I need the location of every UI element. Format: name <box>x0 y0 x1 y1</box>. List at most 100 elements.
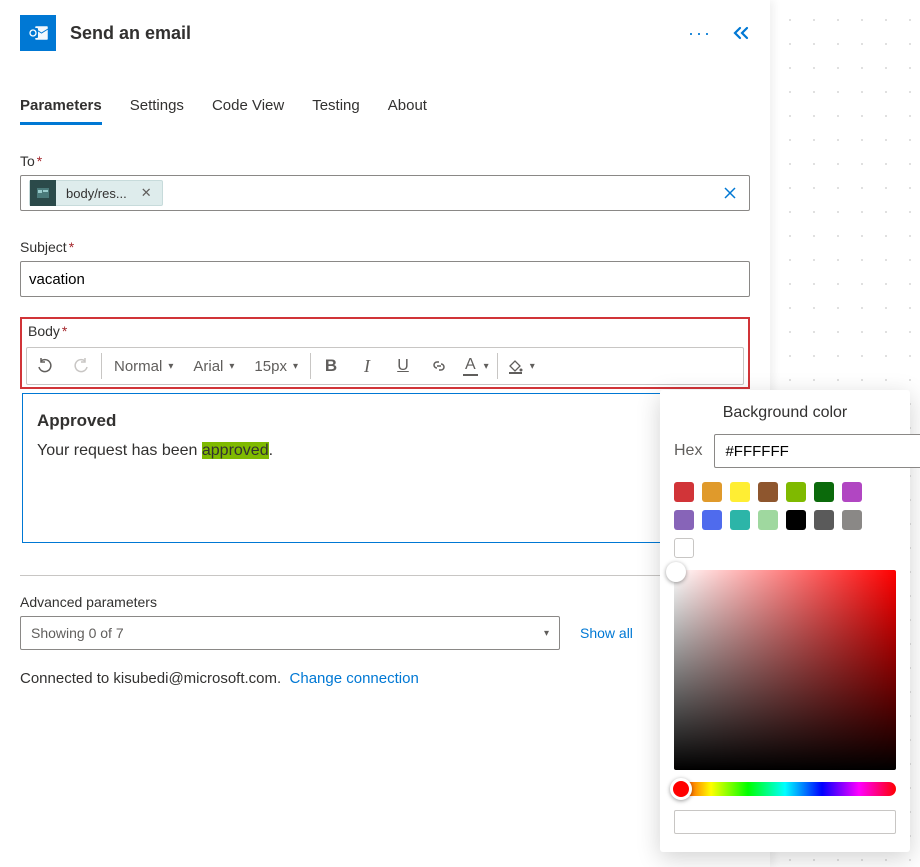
format-select[interactable]: Normal ▾ <box>104 358 183 375</box>
tab-testing[interactable]: Testing <box>312 89 360 124</box>
subject-label: Subject* <box>20 239 750 255</box>
hue-slider[interactable] <box>674 782 896 796</box>
redo-button[interactable] <box>63 348 99 384</box>
clear-to-button[interactable] <box>721 184 739 202</box>
tab-parameters[interactable]: Parameters <box>20 89 102 124</box>
color-picker-title: Background color <box>674 404 896 422</box>
swatch-grid <box>674 482 896 558</box>
color-swatch[interactable] <box>786 510 806 530</box>
dynamic-content-token[interactable]: body/res... ✕ <box>29 180 163 206</box>
hue-handle[interactable] <box>670 778 692 800</box>
format-value: Normal <box>114 358 162 375</box>
color-swatch[interactable] <box>814 510 834 530</box>
body-heading: Approved <box>37 406 733 437</box>
color-swatch[interactable] <box>842 482 862 502</box>
link-button[interactable] <box>421 348 457 384</box>
toolbar-separator <box>101 353 102 379</box>
advanced-row: Showing 0 of 7 ▾ Show all <box>20 616 750 650</box>
field-subject: Subject* <box>20 239 750 297</box>
body-paragraph: Your request has been approved. <box>37 437 733 466</box>
to-input[interactable]: body/res... ✕ <box>20 175 750 211</box>
color-swatch[interactable] <box>702 482 722 502</box>
subject-input[interactable] <box>29 271 741 288</box>
color-swatch[interactable] <box>730 510 750 530</box>
tab-code-view[interactable]: Code View <box>212 89 284 124</box>
panel-header: Send an email ··· <box>20 15 750 69</box>
more-actions-button[interactable]: ··· <box>688 23 712 44</box>
color-picker-popover: Background color Hex <box>660 390 910 852</box>
color-swatch[interactable] <box>730 482 750 502</box>
color-swatch[interactable] <box>674 510 694 530</box>
color-swatch[interactable] <box>758 510 778 530</box>
body-field-highlight: Body* Normal ▾ Arial ▾ 15px <box>20 317 750 389</box>
font-color-icon: A <box>463 356 478 376</box>
to-label-text: To <box>20 153 35 169</box>
chevron-down-icon: ▾ <box>530 361 535 372</box>
field-to: To* body/res... ✕ <box>20 153 750 211</box>
hex-row: Hex <box>674 434 896 468</box>
chevron-down-icon: ▾ <box>484 361 489 372</box>
size-value: 15px <box>254 358 287 375</box>
color-swatch[interactable] <box>758 482 778 502</box>
advanced-showing-text: Showing 0 of 7 <box>31 625 124 641</box>
chevron-down-icon: ▾ <box>293 361 298 372</box>
hex-input[interactable] <box>714 434 920 468</box>
color-swatch[interactable] <box>674 482 694 502</box>
to-label: To* <box>20 153 750 169</box>
token-remove-button[interactable]: ✕ <box>137 185 156 201</box>
tab-list: Parameters Settings Code View Testing Ab… <box>20 89 750 125</box>
font-color-button[interactable]: A ▾ <box>457 356 495 376</box>
color-swatch[interactable] <box>842 510 862 530</box>
subject-input-wrap <box>20 261 750 297</box>
chevron-down-icon: ▾ <box>168 361 173 372</box>
size-select[interactable]: 15px ▾ <box>244 358 308 375</box>
connection-account: kisubedi@microsoft.com. <box>113 670 281 687</box>
required-indicator: * <box>62 323 67 339</box>
body-text-after: . <box>269 442 273 459</box>
highlight-color-button[interactable]: ▾ <box>500 357 541 375</box>
saturation-gradient[interactable] <box>674 570 896 770</box>
connection-row: Connected to kisubedi@microsoft.com. Cha… <box>20 670 750 687</box>
toolbar-separator <box>310 353 311 379</box>
body-label-text: Body <box>28 323 60 339</box>
required-indicator: * <box>69 239 74 255</box>
subject-label-text: Subject <box>20 239 67 255</box>
required-indicator: * <box>37 153 42 169</box>
change-connection-link[interactable]: Change connection <box>290 670 419 687</box>
italic-button[interactable]: I <box>349 348 385 384</box>
collapse-panel-button[interactable] <box>732 26 750 40</box>
body-text-before: Your request has been <box>37 442 202 459</box>
font-select[interactable]: Arial ▾ <box>183 358 244 375</box>
bold-button[interactable]: B <box>313 348 349 384</box>
paint-bucket-icon <box>506 357 524 375</box>
body-label: Body* <box>22 319 748 341</box>
outlook-icon <box>20 15 56 51</box>
advanced-select[interactable]: Showing 0 of 7 ▾ <box>20 616 560 650</box>
tab-about[interactable]: About <box>388 89 427 124</box>
body-editor[interactable]: Approved Your request has been approved. <box>22 393 748 543</box>
alpha-slider[interactable] <box>674 810 896 834</box>
token-thumb-icon <box>30 180 56 206</box>
connection-prefix: Connected to <box>20 670 113 687</box>
chevron-down-icon: ▾ <box>229 361 234 372</box>
chevron-down-icon: ▾ <box>544 628 549 639</box>
tab-settings[interactable]: Settings <box>130 89 184 124</box>
color-swatch[interactable] <box>814 482 834 502</box>
color-swatch[interactable] <box>702 510 722 530</box>
font-value: Arial <box>193 358 223 375</box>
gradient-handle[interactable] <box>666 562 686 582</box>
action-config-panel: Send an email ··· Parameters Settings Co… <box>0 0 770 867</box>
section-divider <box>20 575 750 576</box>
body-highlighted-text: approved <box>202 442 269 459</box>
show-all-link[interactable]: Show all <box>580 625 633 641</box>
hex-label: Hex <box>674 442 702 460</box>
rich-text-toolbar: Normal ▾ Arial ▾ 15px ▾ B I U A ▾ <box>26 347 744 385</box>
token-label: body/res... <box>66 186 127 201</box>
color-swatch[interactable] <box>674 538 694 558</box>
advanced-label: Advanced parameters <box>20 594 750 610</box>
undo-button[interactable] <box>27 348 63 384</box>
color-swatch[interactable] <box>786 482 806 502</box>
panel-title: Send an email <box>70 23 674 44</box>
underline-button[interactable]: U <box>385 348 421 384</box>
toolbar-separator <box>497 353 498 379</box>
